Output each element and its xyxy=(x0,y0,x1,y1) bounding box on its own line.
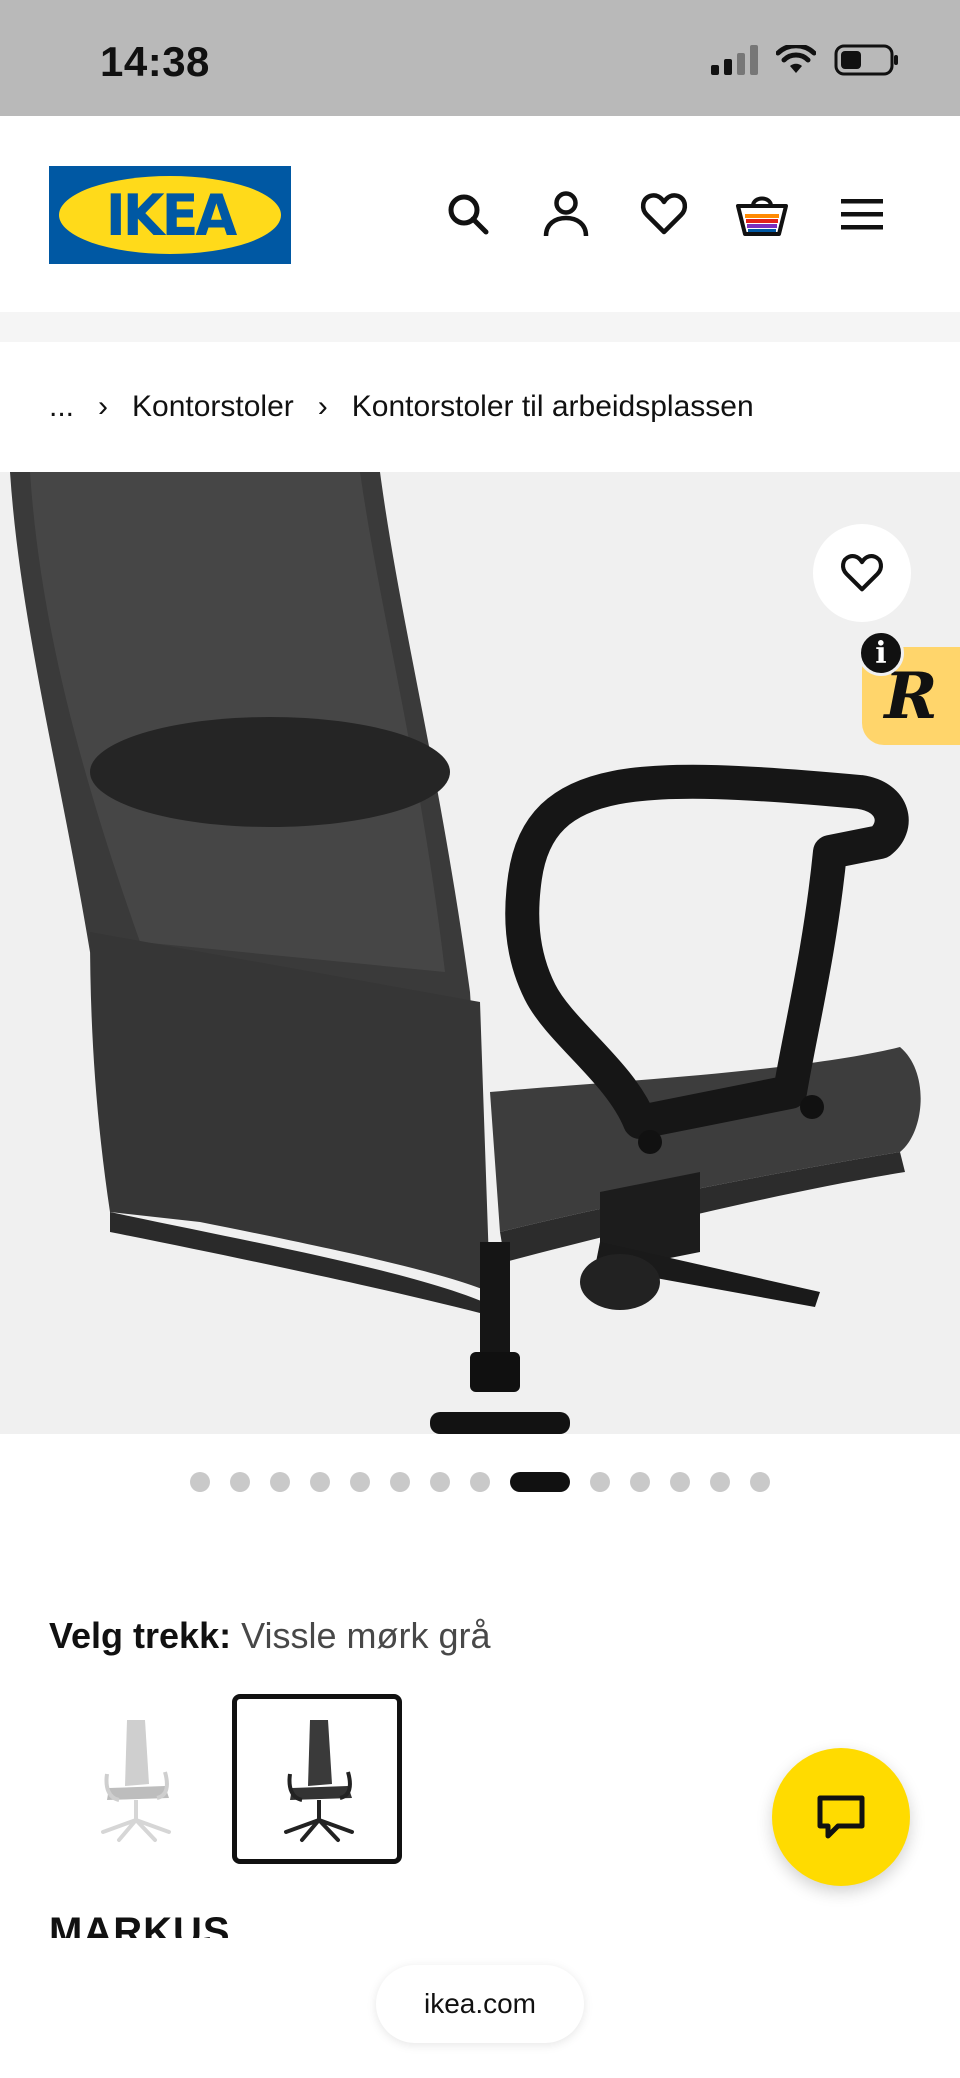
carousel-dot[interactable] xyxy=(430,1472,450,1492)
wifi-icon xyxy=(776,45,816,73)
carousel-dot[interactable] xyxy=(710,1472,730,1492)
carousel-dot[interactable] xyxy=(230,1472,250,1492)
add-to-favourites-button[interactable] xyxy=(813,524,911,622)
breadcrumb: ... › Kontorstoler › Kontorstoler til ar… xyxy=(49,342,754,472)
breadcrumb-item-arbeidsplassen[interactable]: Kontorstoler til arbeidsplassen xyxy=(352,390,754,424)
carousel-dot[interactable] xyxy=(270,1472,290,1492)
ikea-logo[interactable]: IKEA ® xyxy=(49,166,291,264)
shopping-bag-icon[interactable] xyxy=(732,184,792,244)
office-chair-image xyxy=(10,472,921,1434)
registered-mark: ® xyxy=(268,188,276,199)
carousel-dot[interactable] xyxy=(390,1472,410,1492)
favourites-icon[interactable] xyxy=(634,184,694,244)
cover-option-dark-grey[interactable] xyxy=(232,1694,402,1864)
browser-url-bar[interactable]: ikea.com xyxy=(376,1965,584,2043)
site-header: IKEA ® xyxy=(0,116,960,312)
carousel-dot[interactable] xyxy=(470,1472,490,1492)
header-divider xyxy=(0,312,960,342)
carousel-dot[interactable] xyxy=(350,1472,370,1492)
info-icon[interactable]: i xyxy=(858,630,904,676)
cover-label-title: Velg trekk: xyxy=(49,1615,232,1656)
profile-icon[interactable] xyxy=(536,184,596,244)
cellular-signal-icon xyxy=(711,45,758,75)
chair-light-grey-thumbnail xyxy=(101,1720,171,1842)
breadcrumb-ellipsis[interactable]: ... xyxy=(49,390,74,424)
chair-dark-grey-thumbnail xyxy=(284,1720,354,1842)
status-bar: 14:38 xyxy=(0,0,960,116)
menu-icon[interactable] xyxy=(832,184,892,244)
status-icons xyxy=(711,44,900,76)
status-time: 14:38 xyxy=(100,38,210,85)
chat-button[interactable] xyxy=(772,1748,910,1886)
product-name: MARKUS xyxy=(49,1910,231,1938)
search-icon[interactable] xyxy=(438,184,498,244)
chevron-right-icon: › xyxy=(98,390,109,423)
logo-text: IKEA xyxy=(105,181,238,249)
cover-option-light-grey[interactable] xyxy=(49,1694,219,1864)
image-carousel-indicator xyxy=(0,1472,960,1492)
cover-value: Vissle mørk grå xyxy=(241,1615,491,1656)
carousel-dot[interactable] xyxy=(750,1472,770,1492)
carousel-dot[interactable] xyxy=(510,1472,570,1492)
carousel-dot[interactable] xyxy=(310,1472,330,1492)
carousel-dot[interactable] xyxy=(630,1472,650,1492)
product-image[interactable]: R i xyxy=(0,472,960,1434)
chat-icon xyxy=(817,1795,865,1839)
heart-icon xyxy=(841,554,883,592)
breadcrumb-item-kontorstoler[interactable]: Kontorstoler xyxy=(132,390,294,424)
carousel-dot[interactable] xyxy=(590,1472,610,1492)
cover-label: Velg trekk: Vissle mørk grå xyxy=(49,1615,491,1657)
chevron-right-icon: › xyxy=(317,390,328,423)
carousel-dot[interactable] xyxy=(190,1472,210,1492)
carousel-dot[interactable] xyxy=(670,1472,690,1492)
battery-icon xyxy=(834,44,898,76)
